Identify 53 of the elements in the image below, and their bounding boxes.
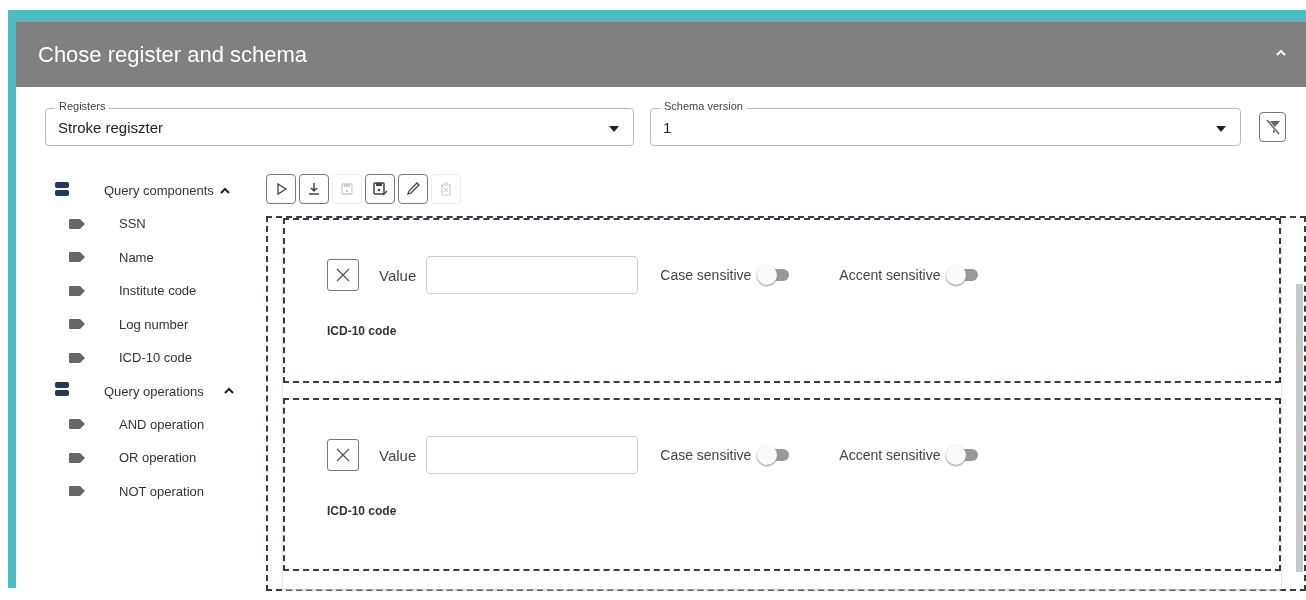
tag-icon: [69, 319, 85, 330]
close-icon: [336, 268, 350, 282]
download-button[interactable]: [299, 174, 329, 204]
tree-item[interactable]: Name: [119, 249, 154, 265]
collapse-icon[interactable]: [219, 186, 230, 195]
clear-filter-button[interactable]: [1259, 112, 1286, 142]
field-label: Schema version: [660, 100, 747, 112]
tag-icon: [69, 285, 85, 296]
tree-item[interactable]: SSN: [119, 216, 146, 232]
tag-icon: [69, 252, 85, 263]
component-name: ICD-10 code: [327, 324, 398, 338]
value-field[interactable]: [426, 436, 639, 474]
tree-group[interactable]: Query operations: [104, 383, 234, 399]
save-edit-icon: [371, 180, 389, 198]
save-icon: [338, 180, 356, 198]
value-field[interactable]: [426, 256, 639, 294]
toggle-label: Accent sensitive: [839, 447, 941, 463]
tree-group[interactable]: Query components: [104, 183, 230, 198]
value-label: Value: [379, 446, 417, 464]
scrollbar[interactable]: [1296, 284, 1303, 572]
panel-title: Chose register and schema: [38, 41, 308, 68]
tag-icon: [69, 352, 85, 363]
select-value: 1: [663, 118, 672, 136]
collapse-icon[interactable]: [223, 387, 234, 395]
caret-icon: [609, 126, 619, 132]
caret-icon: [1216, 126, 1226, 132]
pencil-icon: [404, 180, 422, 198]
remove-button[interactable]: [327, 259, 359, 291]
remove-button[interactable]: [327, 439, 359, 471]
save-edit-button[interactable]: [365, 174, 395, 204]
tag-icon: [69, 486, 85, 497]
tag-icon: [69, 452, 85, 463]
tree-item[interactable]: Institute code: [119, 283, 197, 299]
tree-item[interactable]: ICD-10 code: [119, 350, 192, 366]
toggle-label: Case sensitive: [660, 267, 752, 283]
tag-icon: [69, 218, 85, 229]
tree-item[interactable]: NOT operation: [119, 483, 205, 499]
tag-icon: [69, 419, 85, 430]
pencil-button[interactable]: [398, 174, 428, 204]
toggle-label: Accent sensitive: [839, 267, 941, 283]
component-name: ICD-10 code: [327, 504, 398, 518]
tree-item[interactable]: Log number: [119, 316, 189, 332]
tree-item[interactable]: AND operation: [119, 416, 205, 432]
field-label: Registers: [55, 100, 110, 112]
toggle-label: Case sensitive: [660, 447, 752, 463]
stack-icon: [54, 180, 70, 197]
run-button[interactable]: [266, 174, 296, 204]
tree-item[interactable]: OR operation: [119, 450, 197, 466]
close-icon: [336, 448, 350, 462]
select-value: Stroke regiszter: [58, 118, 164, 136]
value-label: Value: [379, 266, 417, 284]
stack-icon: [54, 381, 70, 397]
filter-off-icon: [1263, 118, 1282, 136]
